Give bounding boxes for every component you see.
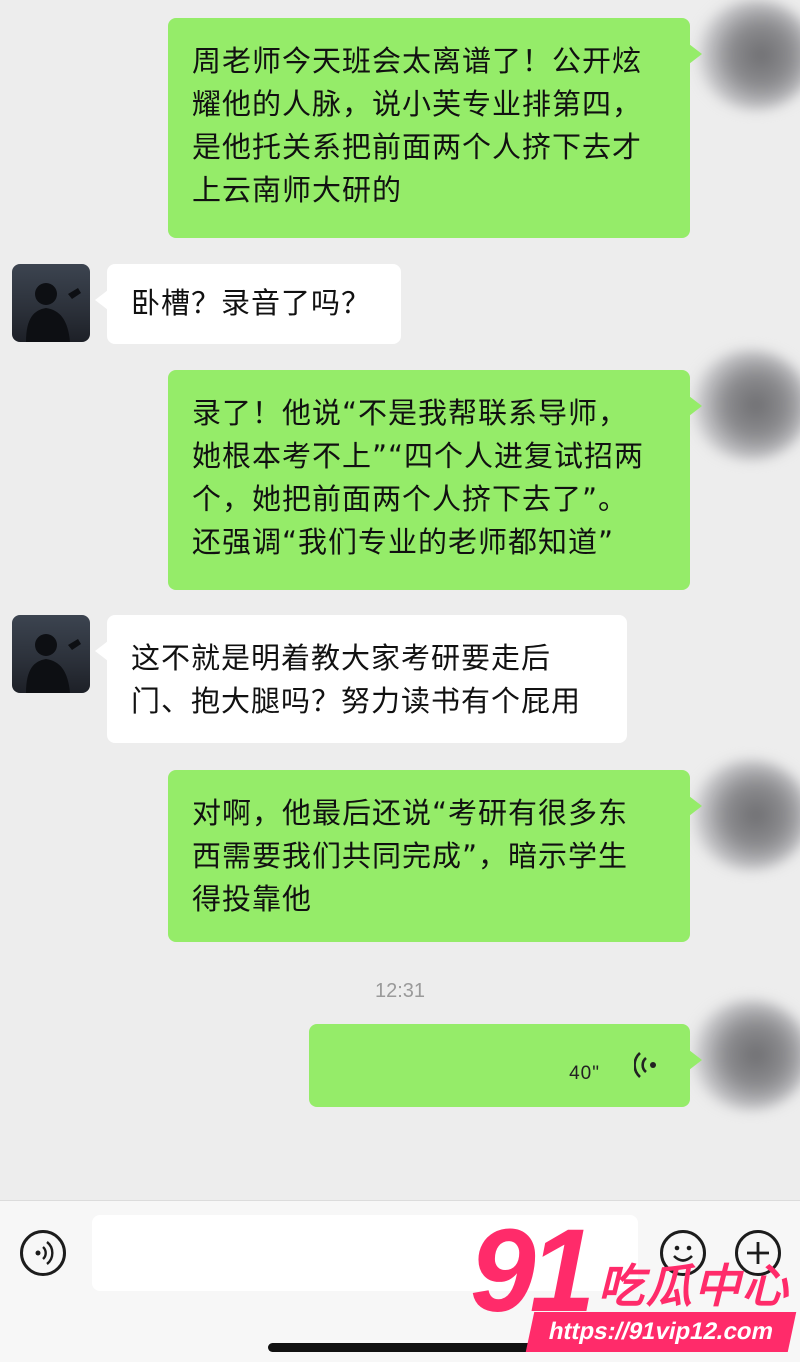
my-avatar-blurred: [690, 760, 800, 870]
voice-input-icon: [35, 1241, 54, 1265]
watermark-url: https://91vip12.com: [525, 1312, 797, 1352]
my-avatar-blurred: [690, 350, 800, 460]
chat-area: 周老师今天班会太离谱了！公开炫 耀他的人脉，说小芙专业排第四， 是他托关系把前面…: [0, 0, 800, 1200]
message-bubble-received[interactable]: 卧槽？录音了吗？: [95, 264, 401, 344]
watermark-name: 吃瓜中心: [598, 1259, 790, 1313]
message-bubble-sent[interactable]: 对啊，他最后还说“考研有很多东 西需要我们共同完成”，暗示学生 得投靠他: [168, 770, 702, 942]
voice-wave-icon: [634, 1052, 656, 1078]
message-bubble-sent[interactable]: 录了！他说“不是我帮联系导师， 她根本考不上”“四个人进复试招两 个，她把前面两…: [168, 370, 702, 590]
message-bubble-received[interactable]: 这不就是明着教大家考研要走后 门、抱大腿吗？努力读书有个屁用: [95, 615, 627, 743]
person-silhouette-icon: [26, 634, 81, 693]
contact-avatar[interactable]: [12, 615, 90, 693]
voice-duration: 40": [569, 1063, 600, 1084]
contact-avatar[interactable]: [12, 264, 90, 342]
voice-message-bubble[interactable]: 40": [309, 1024, 702, 1107]
message-bubble-sent[interactable]: 周老师今天班会太离谱了！公开炫 耀他的人脉，说小芙专业排第四， 是他托关系把前面…: [168, 18, 702, 238]
my-avatar-blurred: [695, 0, 800, 110]
my-avatar-blurred: [690, 1000, 800, 1110]
message-timestamp: 12:31: [374, 980, 426, 1002]
watermark-logo: 91 吃瓜中心 https://91vip12.com: [470, 1212, 800, 1358]
person-silhouette-icon: [26, 283, 81, 342]
voice-input-button[interactable]: [20, 1230, 66, 1276]
